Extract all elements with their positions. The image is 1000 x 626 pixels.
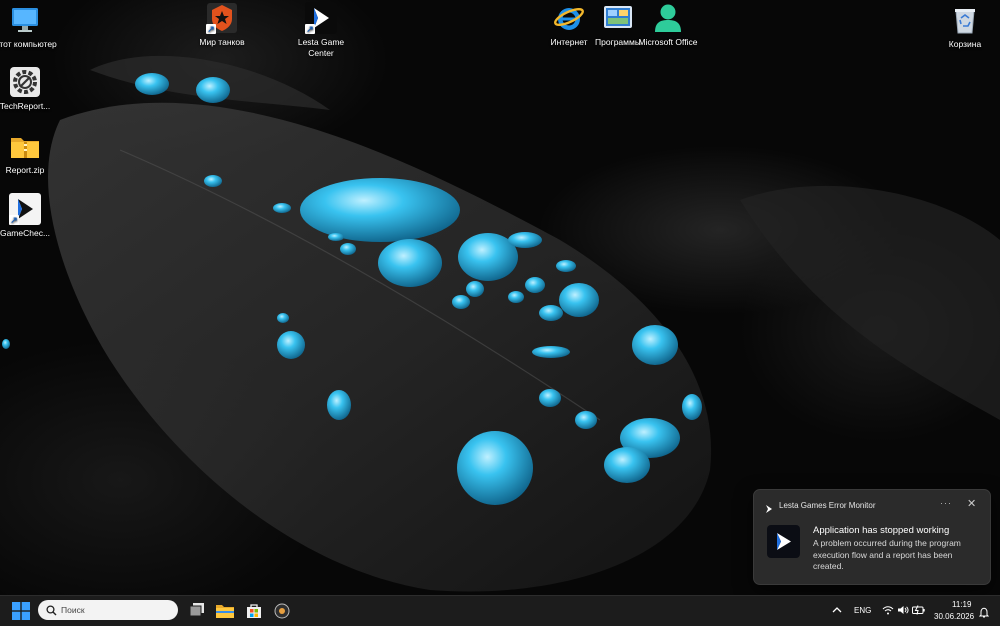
- shortcut-arrow-icon: ↗: [206, 24, 216, 34]
- desktop-icon-label: GameChec...: [0, 228, 51, 238]
- desktop-icon-microsoft-office[interactable]: Microsoft Office: [632, 2, 704, 48]
- input-language-indicator[interactable]: ENG: [854, 606, 871, 615]
- shortcut-arrow-icon: ↗: [9, 215, 19, 225]
- desktop-icon-label: Этот компьютер: [0, 39, 57, 49]
- lesta-arrow-icon: [764, 501, 774, 513]
- app-circle-icon: [274, 603, 290, 619]
- clock-time: 11:19: [952, 600, 972, 609]
- desktop-icon-techreport[interactable]: TechReport...: [0, 66, 61, 112]
- tank-game-icon: ↗: [206, 2, 238, 34]
- lesta-arrow-icon: [767, 525, 800, 558]
- desktop-icon-label: Lesta Game Center: [297, 37, 345, 58]
- desktop-icon-lesta-game-center[interactable]: ↗ Lesta Game Center: [285, 2, 357, 58]
- notification-title: Application has stopped working: [813, 525, 950, 536]
- notification-center-button[interactable]: [976, 596, 992, 626]
- taskbar-microsoft-store[interactable]: [244, 596, 264, 626]
- wifi-icon: [882, 606, 894, 615]
- taskbar-search-box[interactable]: Поиск: [38, 600, 178, 620]
- desktop-icon-label: Report.zip: [5, 165, 45, 175]
- internet-explorer-icon: [553, 2, 585, 34]
- desktop-icon-mir-tankov[interactable]: ↗ Мир танков: [186, 2, 258, 48]
- error-notification-toast[interactable]: Lesta Games Error Monitor ··· ✕ Applicat…: [753, 489, 991, 585]
- search-icon: [46, 604, 57, 615]
- store-icon: [247, 604, 261, 618]
- desktop-icon-label: Microsoft Office: [638, 37, 698, 47]
- clock[interactable]: 11:19 30.06.2026: [930, 596, 974, 626]
- lesta-arrow-icon: ↗: [305, 2, 337, 34]
- programs-icon: [602, 2, 634, 34]
- task-view-button[interactable]: [187, 596, 207, 626]
- quick-settings-button[interactable]: [879, 596, 927, 626]
- taskbar-app-button[interactable]: [272, 596, 292, 626]
- chevron-up-icon: [832, 607, 842, 613]
- lesta-arrow-icon: ↗: [9, 193, 41, 225]
- notification-message: A problem occurred during the program ex…: [813, 538, 961, 571]
- monitor-icon: [9, 4, 41, 36]
- task-view-icon: [189, 603, 204, 617]
- clock-date: 30.06.2026: [934, 612, 975, 621]
- desktop-icon-gamecheck[interactable]: ↗ GameChec...: [0, 193, 61, 239]
- close-notification-button[interactable]: ✕: [967, 497, 976, 510]
- desktop-icon-label: Корзина: [948, 39, 982, 49]
- gear-app-icon: [9, 66, 41, 98]
- taskbar-file-explorer[interactable]: [215, 596, 235, 626]
- folder-icon: [216, 605, 234, 618]
- shortcut-arrow-icon: ↗: [305, 24, 315, 34]
- desktop-icon-recycle-bin[interactable]: Корзина: [929, 4, 1000, 50]
- recycle-bin-icon: [949, 4, 981, 36]
- bell-icon: [979, 607, 989, 618]
- desktop-icon-this-pc[interactable]: Этот компьютер: [0, 4, 61, 50]
- battery-icon: [912, 605, 925, 615]
- windows-logo-icon: [12, 602, 30, 620]
- show-hidden-icons-button[interactable]: [830, 596, 844, 626]
- taskbar: Поиск ENG 11:19 30.06.2026: [0, 595, 1000, 626]
- start-button[interactable]: [10, 596, 32, 626]
- office-user-icon: [652, 2, 684, 34]
- desktop-icon-label: Мир танков: [199, 37, 245, 47]
- desktop-icon-label: TechReport...: [0, 101, 51, 111]
- notification-app-name: Lesta Games Error Monitor: [779, 501, 876, 510]
- zip-folder-icon: [9, 130, 41, 162]
- volume-icon: [898, 606, 909, 614]
- more-options-button[interactable]: ···: [940, 498, 952, 508]
- search-placeholder: Поиск: [61, 605, 85, 615]
- desktop-icon-report-zip[interactable]: Report.zip: [0, 130, 61, 176]
